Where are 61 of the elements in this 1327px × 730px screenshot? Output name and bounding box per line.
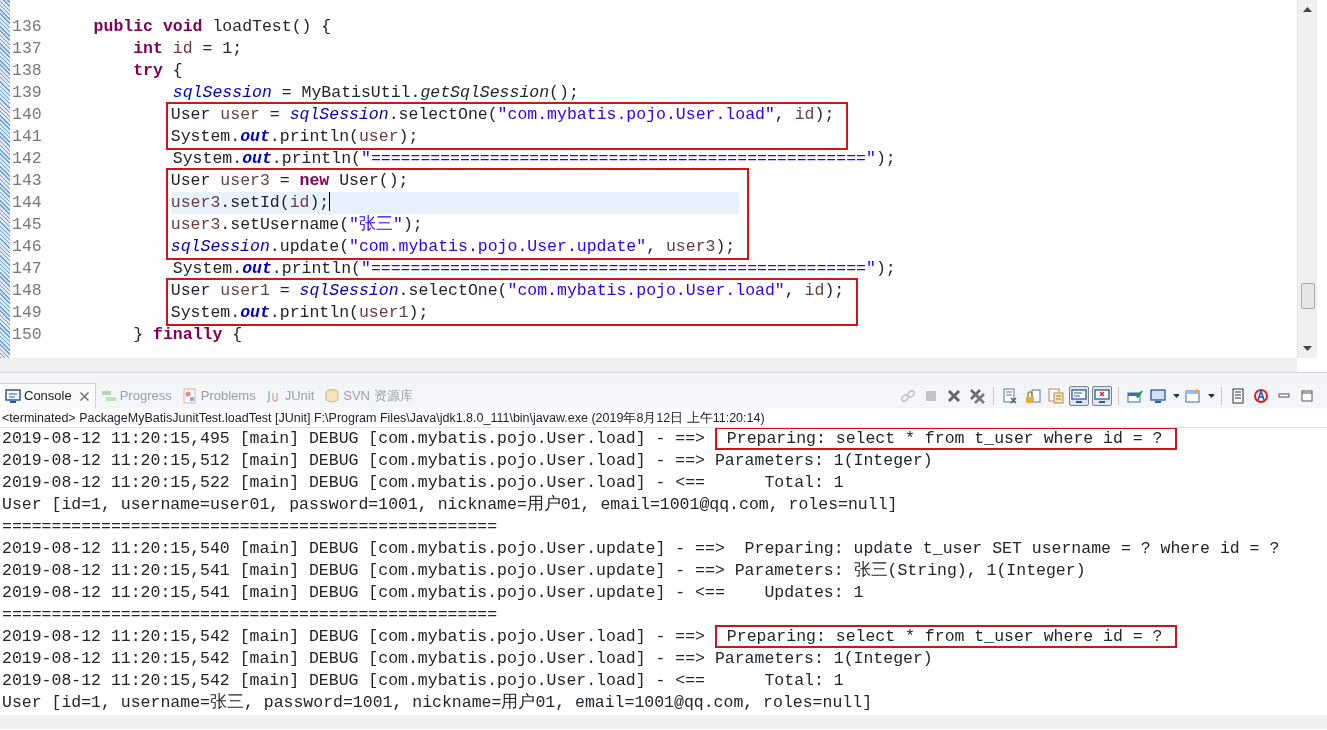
view-tab[interactable]: SVN 资源库 [319,383,418,408]
code-line: System.out.println(user1); [170,302,430,324]
database-icon [324,387,341,404]
console-line: ================================================== [2,516,499,538]
line-number: 145 [11,214,43,236]
scrollbar-thumb[interactable] [1301,283,1315,309]
code-line: sqlSession.update("com.mybatis.pojo.User.update", user3); [170,236,737,258]
view-tab[interactable]: Problems [176,383,261,408]
view-tab[interactable]: JUnit [260,383,320,408]
line-number: 141 [11,126,43,148]
line-number: 142 [11,148,43,170]
code-line: int id = 1; [132,38,244,60]
code-line: public void loadTest() { [92,16,333,38]
line-number: 149 [11,302,43,324]
console-icon [5,388,21,404]
console-line: 2019-08-12 11:20:15,495 [main] DEBUG [com.mybatis.pojo.User.load] - ==> Preparing: select * from t_user where id = ? [2,428,1327,450]
console-line: 2019-08-12 11:20:15,541 [main] DEBUG [com.mybatis.pojo.User.update] - ==> Parameters: 张三(String), 1(Integer) [2,560,1087,582]
code-line: try { [132,60,184,82]
line-number: 136 [11,16,43,38]
console-line: 2019-08-12 11:20:15,522 [main] DEBUG [com.mybatis.pojo.User.load] - <== Total: 1 [2,472,845,494]
console-line: 2019-08-12 11:20:15,512 [main] DEBUG [com.mybatis.pojo.User.load] - ==> Parameters: 1(Integer) [2,450,934,472]
line-number: 150 [11,324,43,346]
vertical-scrollbar[interactable] [1297,0,1317,358]
scroll-down-arrow-icon[interactable] [1303,346,1312,352]
line-number: 140 [11,104,43,126]
code-line: user3.setUsername("张三"); [170,214,424,236]
line-number: 147 [11,258,43,280]
console-line: User [id=1, username=张三, password=1001, nickname=用户01, email=1001@qq.com, roles=null] [2,692,874,714]
console-line: 2019-08-12 11:20:15,540 [main] DEBUG [com.mybatis.pojo.User.update] - ==> Preparing: update t_user SET username = ? where id = ? [2,538,1281,560]
code-line: sqlSession = MyBatisUtil.getSqlSession(); [171,82,580,104]
text-cursor [329,192,331,211]
monitor-icon[interactable] [1092,385,1112,406]
line-number: 143 [11,170,43,192]
console-line: ================================================== [2,604,499,626]
code-line: User user = sqlSession.selectOne("com.mybatis.pojo.User.load", id); [170,104,836,126]
line-number: 137 [11,38,43,60]
line-number: 146 [11,236,43,258]
problems-icon [181,387,198,404]
view-tab[interactable]: Console [0,383,96,408]
console-line: User [id=1, username=user01, password=1001, nickname=用户01, email=1001@qq.com, roles=null] [2,494,899,516]
monitor-icon[interactable] [1069,385,1089,406]
line-number: 138 [11,60,43,82]
console-line: 2019-08-12 11:20:15,542 [main] DEBUG [com.mybatis.pojo.User.load] - ==> Parameters: 1(Integer) [2,648,934,670]
code-line: System.out.println("=================================================="); [171,148,897,170]
line-number: 148 [11,280,43,302]
code-line: System.out.println("=================================================="); [171,258,897,280]
code-line: User user1 = sqlSession.selectOne("com.mybatis.pojo.User.load", id); [170,280,846,302]
console-line: 2019-08-12 11:20:15,541 [main] DEBUG [com.mybatis.pojo.User.update] - <== Updates: 1 [2,582,865,604]
code-line: } finally { [132,324,244,346]
line-number: 139 [11,82,43,104]
line-number: 144 [11,192,43,214]
code-line: System.out.println(user); [170,126,420,148]
view-tab[interactable]: Progress [95,383,177,408]
clear-console-icon[interactable] [1000,385,1020,406]
console-line: 2019-08-12 11:20:15,542 [main] DEBUG [com.mybatis.pojo.User.load] - ==> Preparing: select * from t_user where id = ? [2,626,1327,648]
scroll-up-arrow-icon[interactable] [1303,6,1312,12]
code-line: User user3 = new User(); [170,170,410,192]
process-label: <terminated> PackageMyBatisJunitTest.loadTest [JUnit] F:\Program Files\Java\jdk1.8.0_111\bin\javaw.exe (2019年8月12日 上午11:20:14) [0,408,1327,428]
close-icon[interactable] [78,390,90,402]
console-line: 2019-08-12 11:20:15,542 [main] DEBUG [com.mybatis.pojo.User.load] - <== Total: 1 [2,670,845,692]
horizontal-scrollbar[interactable] [0,358,1297,372]
